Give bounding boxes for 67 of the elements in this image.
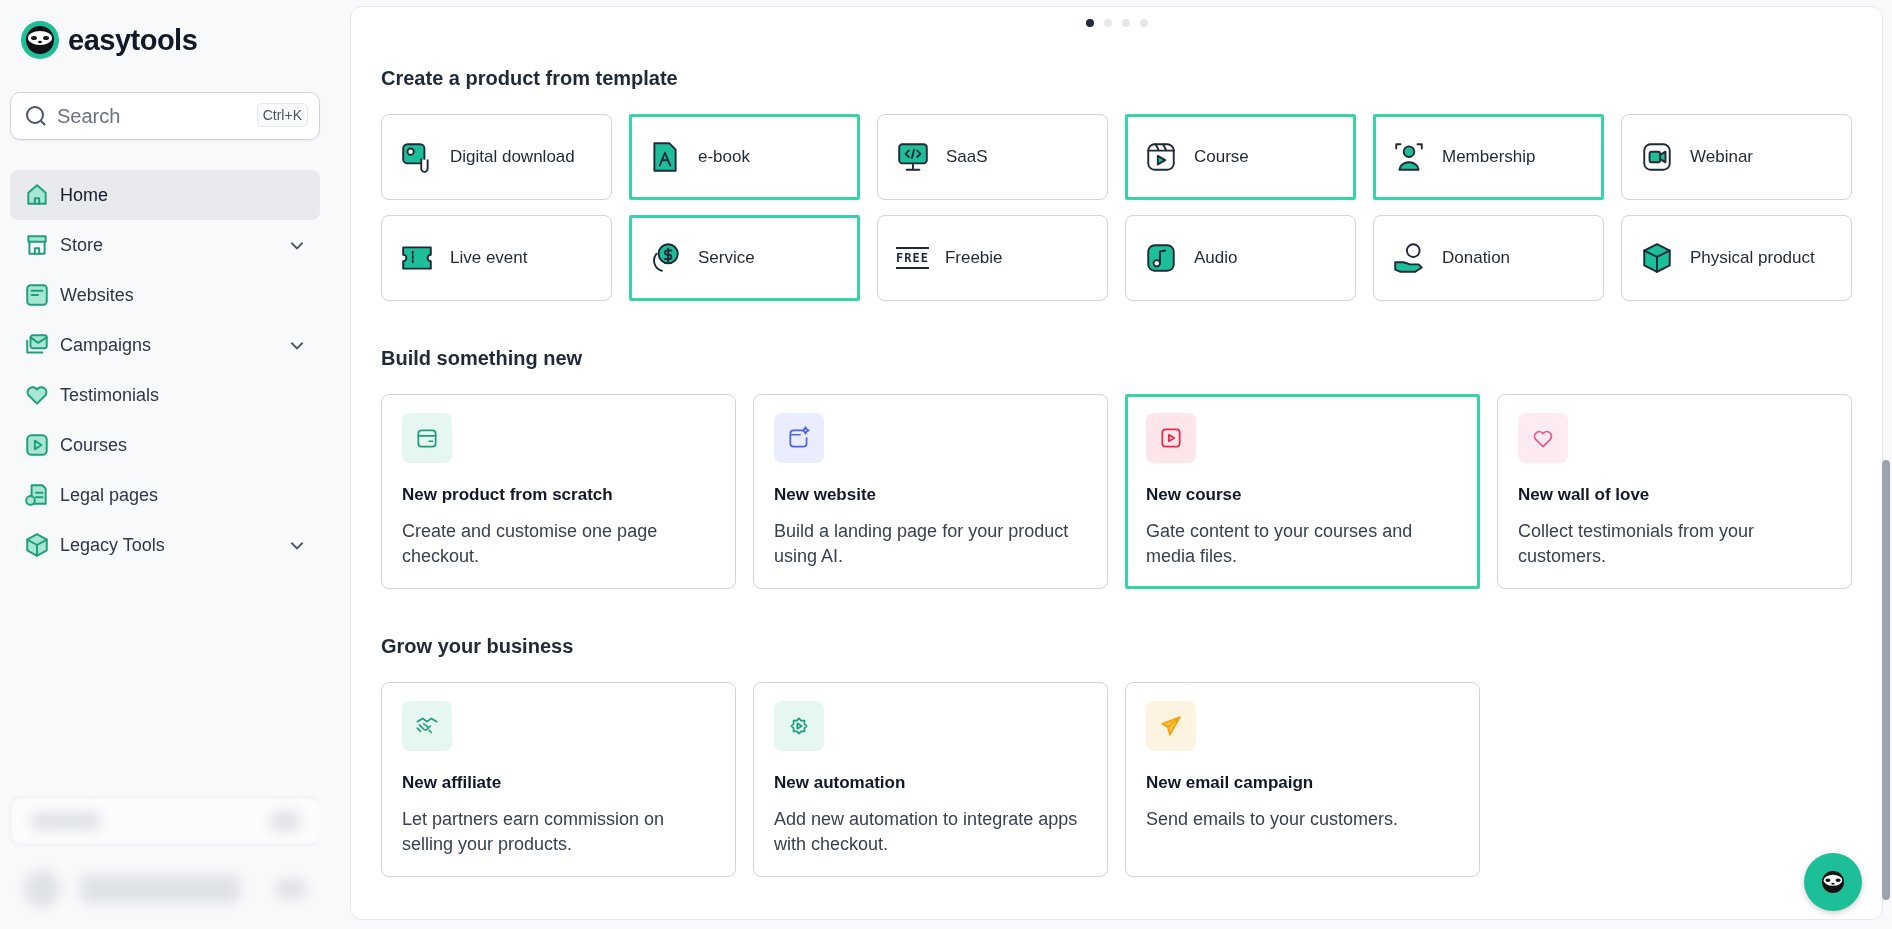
play-icon — [24, 432, 50, 458]
action-card[interactable]: New product from scratch Create and customise one page checkout. — [381, 394, 736, 589]
nav-item[interactable]: Store — [10, 220, 320, 270]
card-title: New affiliate — [402, 773, 503, 793]
nav-item[interactable]: Testimonials — [10, 370, 320, 420]
card-title: New automation — [774, 773, 907, 793]
membership-icon — [1392, 140, 1426, 174]
template-card[interactable]: Audio — [1125, 215, 1356, 301]
nav-item[interactable]: Websites — [10, 270, 320, 320]
card-description: Gate content to your courses and media files. — [1146, 520, 1414, 568]
websites-icon — [24, 282, 50, 308]
section-heading: Build something new — [381, 347, 584, 370]
section-heading: Grow your business — [381, 635, 575, 658]
carousel-dot[interactable] — [1139, 19, 1148, 27]
template-card[interactable]: Course — [1125, 114, 1356, 200]
card-title: New product from scratch — [402, 485, 614, 505]
template-card[interactable]: Live event — [381, 215, 612, 301]
audio-icon — [1144, 241, 1178, 275]
card-description: Send emails to your customers. — [1146, 808, 1400, 831]
card-description: Collect testimonials from your customers. — [1518, 520, 1756, 568]
template-card[interactable]: SaaS — [877, 114, 1108, 200]
nav-item[interactable]: Courses — [10, 420, 320, 470]
physical-icon — [1640, 241, 1674, 275]
action-card[interactable]: New website Build a landing page for your product using AI. — [753, 394, 1108, 589]
action-card[interactable]: New affiliate Let partners earn commission on selling your products. — [381, 682, 736, 877]
template-card[interactable]: Service — [629, 215, 860, 301]
card-description: Add new automation to integrate apps with checkout. — [774, 808, 1079, 856]
card-description: Let partners earn commission on selling your products. — [402, 808, 666, 856]
home-icon — [24, 182, 50, 208]
store-icon — [24, 232, 50, 258]
action-card[interactable]: New email campaign Send emails to your customers. — [1125, 682, 1480, 877]
carousel-dot[interactable] — [1121, 19, 1130, 27]
template-card[interactable]: Digital download — [381, 114, 612, 200]
sloth-logo-icon — [20, 20, 60, 60]
play-icon — [1158, 425, 1184, 451]
template-card[interactable]: Donation — [1373, 215, 1604, 301]
section-heading: Create a product from template — [381, 67, 679, 90]
donation-icon — [1392, 241, 1426, 275]
carousel-dot[interactable] — [1103, 19, 1112, 27]
saas-icon — [896, 140, 930, 174]
nav-item[interactable]: Legacy Tools — [10, 520, 320, 570]
template-card[interactable]: Membership — [1373, 114, 1604, 200]
template-card[interactable]: e-book — [629, 114, 860, 200]
card-description: Build a landing page for your product using AI. — [774, 520, 1070, 568]
card-title: New website — [774, 485, 878, 505]
action-card[interactable]: New wall of love Collect testimonials from your customers. — [1497, 394, 1852, 589]
template-card[interactable]: Physical product — [1621, 215, 1852, 301]
webinar-icon — [1640, 140, 1674, 174]
sparkle-icon — [786, 425, 812, 451]
action-card[interactable]: New course Gate content to your courses and media files. — [1125, 394, 1480, 589]
carousel-dot[interactable] — [1085, 19, 1094, 27]
search-icon — [24, 104, 48, 128]
template-card[interactable]: FREE Freebie — [877, 215, 1108, 301]
nav-item[interactable]: Campaigns — [10, 320, 320, 370]
template-card[interactable]: Webinar — [1621, 114, 1852, 200]
nav-item[interactable]: Legal pages — [10, 470, 320, 520]
scrollbar[interactable] — [1882, 460, 1891, 900]
action-card[interactable]: New automation Add new automation to integrate apps with checkout. — [753, 682, 1108, 877]
course-icon — [1144, 140, 1178, 174]
brand-name: easytools — [68, 23, 198, 57]
card-title: New email campaign — [1146, 773, 1315, 793]
card-title: New wall of love — [1518, 485, 1651, 505]
shortcut-hint: Ctrl+K — [256, 103, 308, 127]
card-title: New course — [1146, 485, 1243, 505]
nav-item[interactable]: Home — [10, 170, 320, 220]
legal-icon — [24, 482, 50, 508]
card-description: Create and customise one page checkout. — [402, 520, 659, 568]
